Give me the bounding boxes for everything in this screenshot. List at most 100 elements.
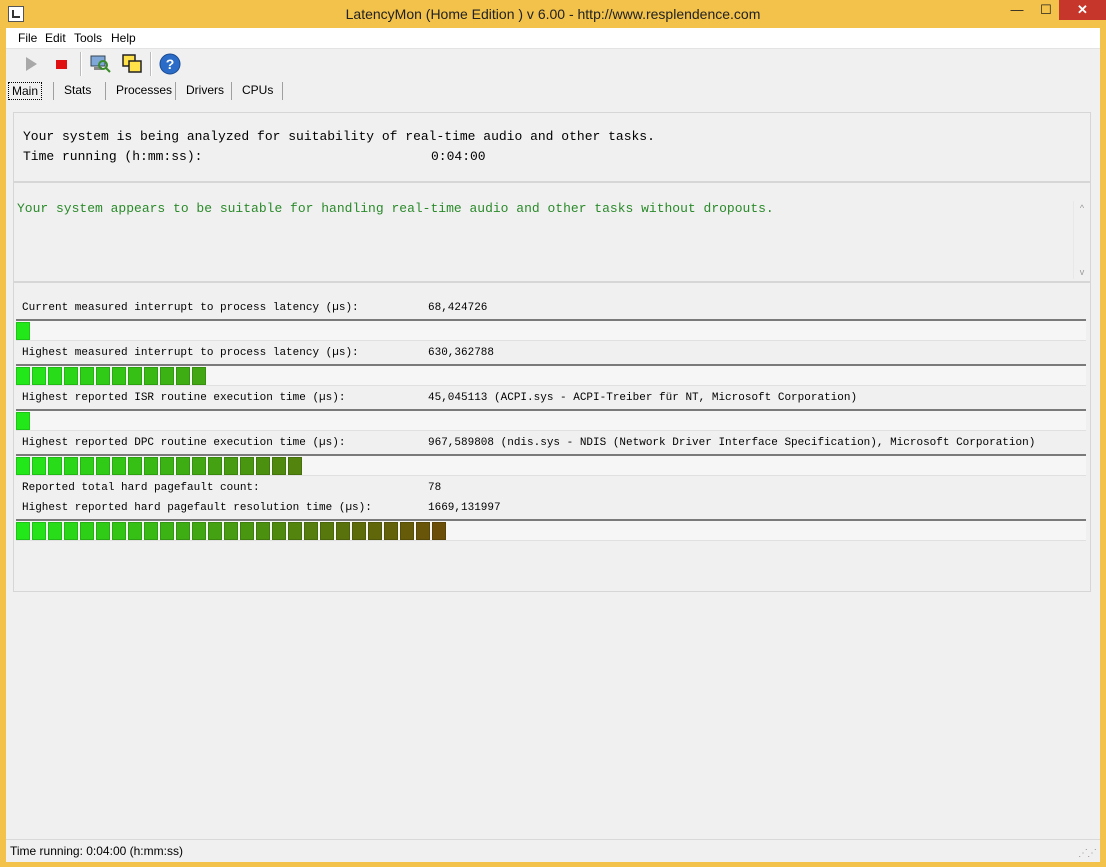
scroll-down-icon[interactable]: v xyxy=(1074,265,1090,279)
bar-segment xyxy=(16,522,30,540)
tab-separator xyxy=(105,82,106,100)
verdict-scrollbar[interactable]: ^ v xyxy=(1073,201,1090,279)
bar-segment xyxy=(160,522,174,540)
bar-segment xyxy=(80,457,94,475)
bar-segment xyxy=(144,367,158,385)
toolbar: ? xyxy=(6,49,1100,79)
resize-grip-icon[interactable]: ⋰⋰ xyxy=(1078,848,1097,859)
time-running-value: 0:04:00 xyxy=(431,149,486,164)
bar-segment xyxy=(128,457,142,475)
windows-button[interactable] xyxy=(120,52,144,76)
tab-separator xyxy=(282,82,283,100)
bar-segment xyxy=(272,457,286,475)
current-interrupt-latency-bar xyxy=(16,319,1086,341)
current-interrupt-latency-label: Current measured interrupt to process la… xyxy=(22,302,359,314)
bar-fill xyxy=(16,457,304,475)
bar-segment xyxy=(304,522,318,540)
menu-bar: File Edit Tools Help xyxy=(6,28,1100,49)
tab-processes[interactable]: Processes xyxy=(113,82,175,98)
bar-segment xyxy=(384,522,398,540)
highest-interrupt-latency-label: Highest measured interrupt to process la… xyxy=(22,347,359,359)
bar-segment xyxy=(336,522,350,540)
bar-segment xyxy=(112,457,126,475)
minimize-button[interactable]: — xyxy=(1003,0,1031,20)
stop-button[interactable] xyxy=(50,52,74,76)
current-interrupt-latency-value: 68,424726 xyxy=(428,302,488,314)
bar-segment xyxy=(400,522,414,540)
bar-segment xyxy=(368,522,382,540)
bar-segment xyxy=(176,367,190,385)
menu-tools[interactable]: Tools xyxy=(74,31,102,45)
bar-segment xyxy=(176,457,190,475)
tab-separator xyxy=(175,82,176,100)
svg-text:?: ? xyxy=(166,56,175,72)
bar-segment xyxy=(80,367,94,385)
menu-file[interactable]: File xyxy=(18,31,37,45)
bar-segment xyxy=(160,367,174,385)
bar-segment xyxy=(176,522,190,540)
pagefault-resolution-label: Highest reported hard pagefault resoluti… xyxy=(22,502,372,514)
tab-drivers[interactable]: Drivers xyxy=(183,82,227,98)
bar-segment xyxy=(32,457,46,475)
bar-segment xyxy=(144,457,158,475)
bar-segment xyxy=(96,522,110,540)
bar-segment xyxy=(432,522,446,540)
bar-segment xyxy=(144,522,158,540)
bar-segment xyxy=(192,457,206,475)
time-running-label: Time running (h:mm:ss): xyxy=(23,149,203,164)
tab-cpus[interactable]: CPUs xyxy=(239,82,276,98)
menu-help[interactable]: Help xyxy=(111,31,136,45)
bar-fill xyxy=(16,522,448,540)
bar-segment xyxy=(48,367,62,385)
bar-segment xyxy=(64,367,78,385)
window-title: LatencyMon (Home Edition ) v 6.00 - http… xyxy=(345,6,761,22)
bar-segment xyxy=(48,457,62,475)
bar-segment xyxy=(112,367,126,385)
bar-segment xyxy=(96,457,110,475)
stats-panel: Current measured interrupt to process la… xyxy=(13,282,1091,592)
bar-segment xyxy=(16,367,30,385)
play-button[interactable] xyxy=(19,52,43,76)
bar-segment xyxy=(192,522,206,540)
computer-search-icon xyxy=(90,55,111,73)
bar-segment xyxy=(16,457,30,475)
dpc-execution-bar xyxy=(16,454,1086,476)
bar-segment xyxy=(224,522,238,540)
play-icon xyxy=(26,57,37,71)
status-bar: Time running: 0:04:00 (h:mm:ss) ⋰⋰ xyxy=(6,839,1100,862)
bar-segment xyxy=(112,522,126,540)
bar-segment xyxy=(240,522,254,540)
windows-icon xyxy=(122,54,142,73)
bar-fill xyxy=(16,412,32,430)
stop-icon xyxy=(56,60,67,69)
bar-segment xyxy=(16,322,30,340)
scroll-up-icon[interactable]: ^ xyxy=(1074,201,1090,215)
tab-main[interactable]: Main xyxy=(8,82,43,100)
bar-segment xyxy=(32,522,46,540)
isr-execution-label: Highest reported ISR routine execution t… xyxy=(22,392,346,404)
toolbar-separator xyxy=(150,52,152,76)
bar-segment xyxy=(208,457,222,475)
computer-search-button[interactable] xyxy=(88,52,112,76)
status-text: Time running: 0:04:00 (h:mm:ss) xyxy=(10,844,183,858)
help-button[interactable]: ? xyxy=(158,52,182,76)
bar-segment xyxy=(48,522,62,540)
bar-segment xyxy=(416,522,430,540)
bar-segment xyxy=(192,367,206,385)
tab-bar: Main Stats Processes Drivers CPUs xyxy=(6,79,1100,101)
pagefault-resolution-value: 1669,131997 xyxy=(428,502,501,514)
bar-segment xyxy=(224,457,238,475)
close-button[interactable]: ✕ xyxy=(1059,0,1106,20)
bar-segment xyxy=(32,367,46,385)
menu-edit[interactable]: Edit xyxy=(45,31,66,45)
bar-segment xyxy=(352,522,366,540)
maximize-button[interactable]: ☐ xyxy=(1032,0,1060,20)
isr-execution-value: 45,045113 (ACPI.sys - ACPI-Treiber für N… xyxy=(428,392,858,404)
bar-segment xyxy=(256,457,270,475)
bar-segment xyxy=(128,367,142,385)
tab-separator xyxy=(53,82,54,100)
main-window: File Edit Tools Help ? Main Stats Proces… xyxy=(6,28,1100,862)
verdict-panel[interactable]: Your system appears to be suitable for h… xyxy=(13,182,1091,282)
tab-stats[interactable]: Stats xyxy=(61,82,94,98)
bar-segment xyxy=(256,522,270,540)
